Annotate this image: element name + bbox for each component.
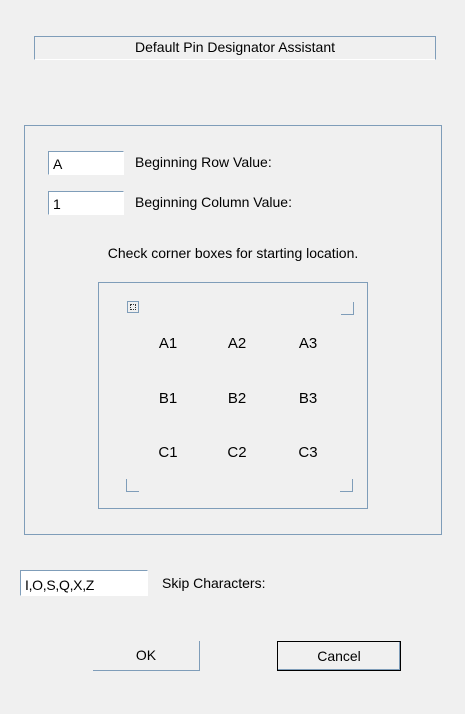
beginning-row-input[interactable] [48, 151, 124, 175]
skip-characters-label: Skip Characters: [162, 575, 266, 591]
pin-cell: B1 [158, 390, 178, 407]
beginning-column-input[interactable] [48, 191, 124, 215]
beginning-column-label: Beginning Column Value: [135, 194, 292, 210]
dialog-title: Default Pin Designator Assistant [135, 39, 335, 55]
pin-cell: A1 [158, 335, 178, 352]
pin-cell: B3 [298, 390, 318, 407]
ok-button[interactable]: OK [93, 641, 200, 671]
pin-cell: A2 [227, 335, 247, 352]
corner-checkbox-top-left[interactable] [127, 301, 139, 313]
cancel-button[interactable]: Cancel [277, 641, 401, 671]
pin-cell: A3 [298, 335, 318, 352]
focus-rect-icon [130, 304, 136, 310]
pin-cell: C3 [298, 444, 318, 461]
pin-cell: C2 [227, 444, 247, 461]
corner-checkbox-bottom-left[interactable] [126, 479, 139, 492]
corner-checkbox-bottom-right[interactable] [340, 479, 353, 492]
pin-cell: B2 [227, 390, 247, 407]
skip-characters-input[interactable] [20, 570, 148, 596]
beginning-row-label: Beginning Row Value: [135, 154, 272, 170]
corner-hint-text: Check corner boxes for starting location… [107, 245, 359, 261]
corner-checkbox-top-right[interactable] [341, 302, 354, 315]
cancel-button-label: Cancel [317, 648, 361, 664]
pin-cell: C1 [158, 444, 178, 461]
